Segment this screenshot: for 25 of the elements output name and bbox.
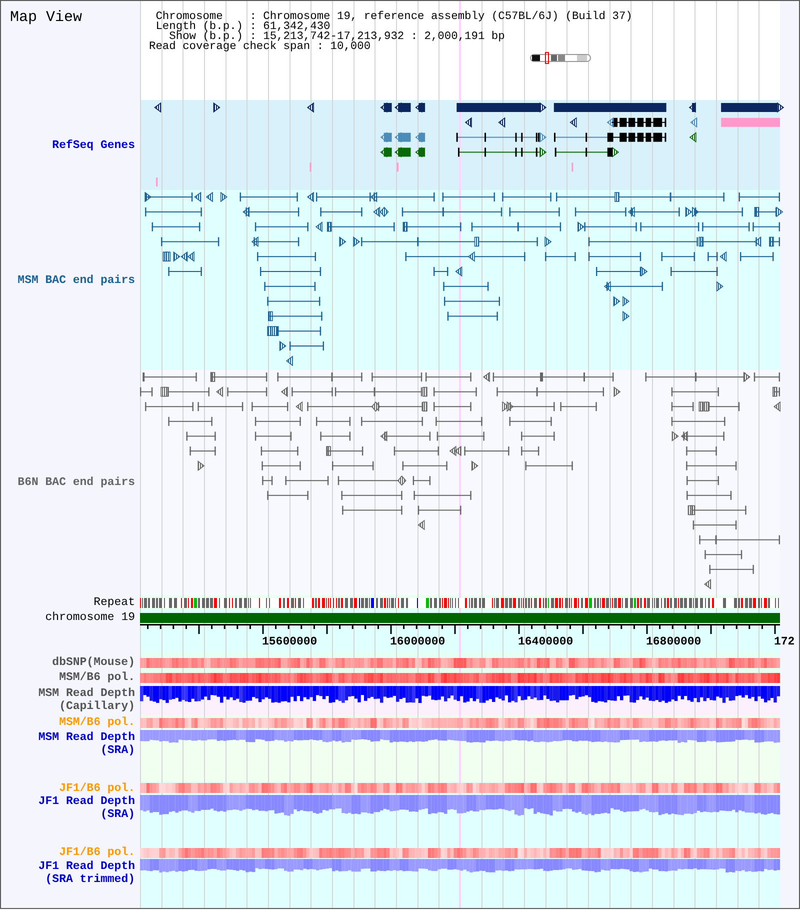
track-label: MSM/B6 pol.	[59, 716, 135, 729]
track-label: MSM/B6 pol.	[59, 671, 135, 684]
track-label: RefSeq Genes	[52, 138, 135, 152]
axis-tick-label: 172	[774, 636, 795, 648]
track-label: MSM BAC end pairs	[18, 274, 135, 286]
track-label: JF1 Read Depth (SRA trimmed)	[37, 860, 135, 886]
assembly-info-line: Length (b.p.) : 61,342,430	[154, 22, 330, 32]
track-label: chromosome 19	[45, 611, 135, 624]
track-label: MSM Read Depth (SRA)	[37, 731, 135, 757]
axis-tick-label: 16800000	[646, 636, 702, 648]
assembly-info-line: Read coverage check span : 10,000	[149, 42, 371, 52]
view-title: Map View	[10, 9, 82, 26]
track-label: Repeat	[94, 596, 135, 609]
track-label: dbSNP(Mouse)	[52, 656, 135, 669]
assembly-info-line: Chromosome : Chromosome 19, reference assembly (C57BL/6J) (Build 37)	[154, 12, 632, 22]
track-label: JF1/B6 pol.	[59, 846, 135, 859]
axis-tick-label: 16400000	[518, 636, 574, 648]
axis-tick-label: 16000000	[390, 636, 446, 648]
chromosome-ideogram-icon	[530, 52, 592, 64]
track-label: JF1/B6 pol.	[59, 782, 135, 795]
track-label: B6N BAC end pairs	[18, 476, 135, 489]
assembly-info-line: Show (b.p.) : 15,213,742-17,213,932 : 2,000,191 bp	[169, 32, 505, 42]
track-label: JF1 Read Depth (SRA)	[37, 795, 135, 821]
track-label: MSM Read Depth (Capillary)	[37, 687, 135, 713]
axis-tick-label: 15600000	[262, 636, 318, 648]
